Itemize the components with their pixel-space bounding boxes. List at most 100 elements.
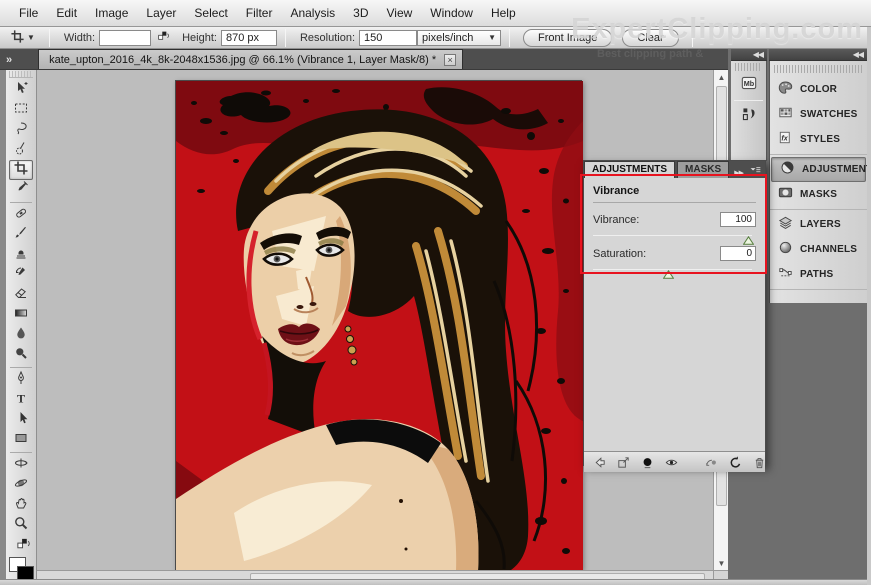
scroll-up-icon[interactable]: ▲ (714, 70, 729, 84)
collapse-arrows-icon[interactable]: ◀◀ (853, 50, 863, 59)
dock-item-label: COLOR (800, 84, 837, 95)
clone-stamp-icon (13, 245, 29, 266)
tool-3d-orbit-button[interactable] (9, 475, 33, 495)
control-value-input[interactable]: 0 (720, 246, 756, 261)
tab-adjustments[interactable]: ADJUSTMENTS (584, 161, 675, 178)
swap-colors-icon[interactable] (16, 537, 34, 557)
tool-hand-button[interactable] (9, 495, 33, 515)
menu-item-view[interactable]: View (377, 2, 421, 24)
tool-crop-button[interactable] (9, 160, 33, 180)
tool-pen-button[interactable] (9, 370, 33, 390)
dock-item-label: LAYERS (800, 219, 841, 230)
resolution-unit-select[interactable]: pixels/inch ▼ (417, 30, 501, 46)
menu-item-3d[interactable]: 3D (344, 2, 377, 24)
tool-spot-healing-brush-button[interactable] (9, 205, 33, 225)
width-input[interactable] (99, 30, 151, 46)
clip-to-layer-icon[interactable] (640, 455, 655, 470)
control-slider[interactable] (593, 263, 756, 277)
resolution-input[interactable]: 150 (359, 30, 417, 46)
window-frame (0, 579, 871, 585)
tab-masks[interactable]: MASKS (677, 161, 729, 178)
menu-item-file[interactable]: File (10, 2, 47, 24)
chevron-down-icon: ▼ (488, 33, 496, 42)
menu-item-window[interactable]: Window (421, 2, 482, 24)
dock-item-channels[interactable]: CHANNELS (770, 237, 867, 262)
scroll-down-icon[interactable]: ▼ (714, 556, 729, 570)
dock-item-layers[interactable]: LAYERS (770, 212, 867, 237)
dock-item-styles[interactable]: fxSTYLES (770, 127, 867, 152)
toolbox-grip[interactable] (9, 71, 33, 78)
menu-item-analysis[interactable]: Analysis (281, 2, 344, 24)
tool-dodge-button[interactable] (9, 345, 33, 365)
vibrance-adjustment-content: Vibrance Vibrance:100Saturation:0 (584, 178, 765, 451)
tool-rectangle-button[interactable] (9, 430, 33, 450)
tool-quick-selection-button[interactable] (9, 140, 33, 160)
previous-state-icon[interactable] (704, 455, 719, 470)
panel-expand-arrows-icon[interactable]: ▶▶ (734, 169, 743, 177)
dock-item-swatches[interactable]: SWATCHES (770, 102, 867, 127)
menu-item-select[interactable]: Select (185, 2, 236, 24)
slider-thumb-icon[interactable] (663, 266, 674, 275)
collapse-arrows-icon[interactable]: ◀◀ (753, 50, 763, 59)
adjustment-control-row: Vibrance:100 (593, 212, 756, 227)
pen-icon (13, 370, 29, 391)
swap-dimensions-icon[interactable] (157, 30, 170, 46)
control-value-input[interactable]: 100 (720, 212, 756, 227)
menu-item-layer[interactable]: Layer (137, 2, 185, 24)
hand-icon (13, 495, 29, 516)
dock-item-paths[interactable]: PATHS (770, 262, 867, 287)
document-tab[interactable]: kate_upton_2016_4k_8k-2048x1536.jpg @ 66… (38, 49, 463, 69)
panel-grip[interactable] (735, 63, 762, 71)
panel-menu-icon[interactable] (749, 164, 762, 182)
tool-path-selection-button[interactable] (9, 410, 33, 430)
tool-eyedropper-button[interactable] (9, 180, 33, 200)
front-image-button[interactable]: Front Image (523, 29, 612, 47)
expanded-view-icon[interactable] (616, 455, 631, 470)
delete-icon[interactable] (752, 455, 767, 470)
tool-3d-rotate-button[interactable] (9, 455, 33, 475)
tool-lasso-button[interactable] (9, 120, 33, 140)
control-slider[interactable] (593, 229, 756, 243)
lasso-icon (13, 120, 29, 141)
dock-collapse-header[interactable]: ◀◀ (769, 49, 867, 61)
clear-button[interactable]: Clear (622, 29, 678, 47)
tool-type-button[interactable]: T (9, 390, 33, 410)
tool-rectangular-marquee-button[interactable] (9, 100, 33, 120)
close-icon[interactable]: × (444, 54, 456, 66)
divider (509, 29, 510, 47)
panel-grip[interactable] (774, 65, 863, 73)
tool-history-brush-button[interactable] (9, 265, 33, 285)
dock-item-adjustments[interactable]: ADJUSTMENTS (771, 157, 866, 182)
dock-item-masks[interactable]: MASKS (770, 182, 867, 207)
dock-item-label: MASKS (800, 189, 837, 200)
tool-brush-button[interactable] (9, 225, 33, 245)
panel-icon-mini-bridge[interactable]: Mb (736, 73, 762, 97)
eraser-icon (13, 285, 29, 306)
tool-eraser-button[interactable] (9, 285, 33, 305)
crop-icon (10, 29, 25, 47)
tool-move-button[interactable] (9, 80, 33, 100)
panel-icon-clone-source[interactable] (736, 104, 762, 128)
tool-preset-picker[interactable]: ▼ (0, 29, 41, 47)
tool-clone-stamp-button[interactable] (9, 245, 33, 265)
brush-icon (13, 225, 29, 246)
height-input[interactable]: 870 px (221, 30, 277, 46)
spot-healing-brush-icon (13, 205, 29, 226)
dock-item-color[interactable]: COLOR (770, 77, 867, 102)
menu-item-filter[interactable]: Filter (237, 2, 282, 24)
slider-thumb-icon[interactable] (743, 232, 754, 241)
return-arrow-icon[interactable] (592, 455, 607, 470)
tool-zoom-button[interactable] (9, 515, 33, 535)
menu-item-help[interactable]: Help (482, 2, 525, 24)
dock-item-label: PATHS (800, 269, 833, 280)
canvas-image[interactable] (175, 80, 582, 570)
tab-overflow-icon[interactable]: » (0, 54, 16, 69)
dock-collapse-header[interactable]: ◀◀ (731, 49, 767, 61)
tool-gradient-button[interactable] (9, 305, 33, 325)
tool-blur-button[interactable] (9, 325, 33, 345)
toolbox: T (6, 70, 37, 579)
reset-icon[interactable] (728, 455, 743, 470)
visibility-eye-icon[interactable] (664, 455, 679, 470)
menu-item-edit[interactable]: Edit (47, 2, 86, 24)
menu-item-image[interactable]: Image (86, 2, 137, 24)
